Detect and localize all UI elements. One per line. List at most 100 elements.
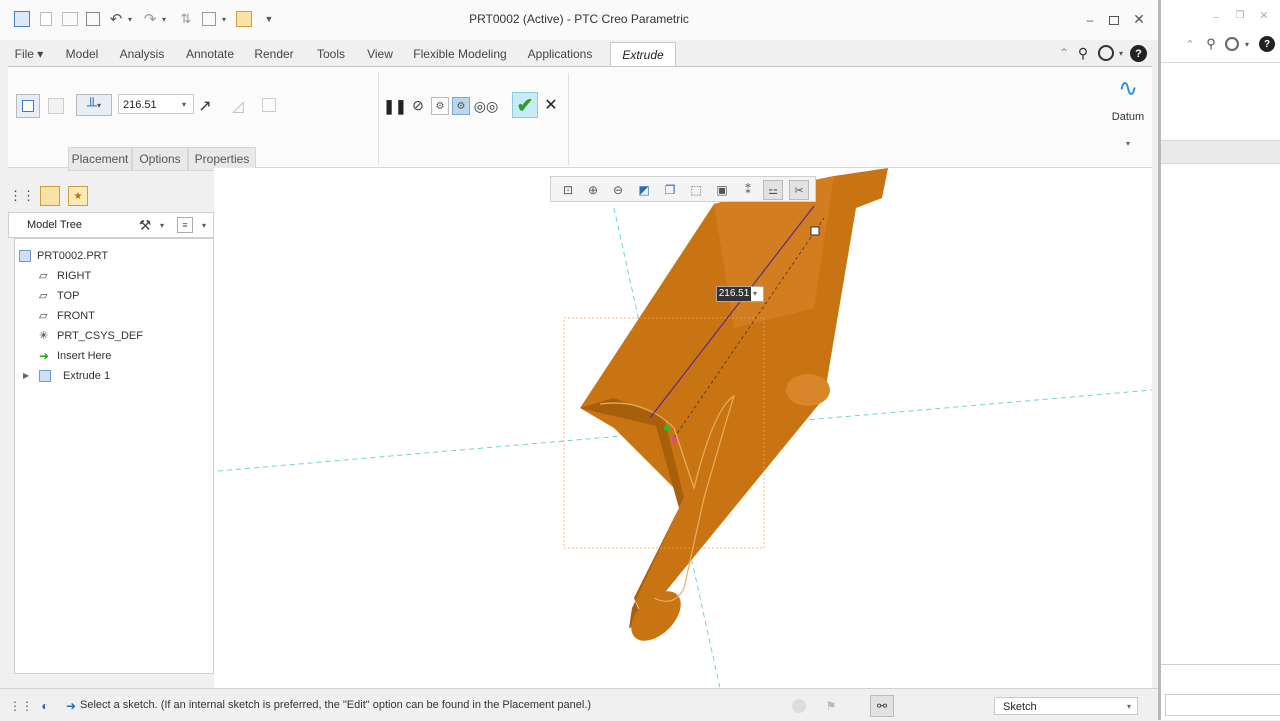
window-input-strip (1165, 694, 1280, 716)
help-icon[interactable]: ? (1130, 45, 1147, 62)
expand-arrow-icon[interactable]: ▶ (23, 367, 35, 380)
tab-annotate[interactable]: Annotate (180, 42, 240, 66)
zoom-out-icon[interactable]: ⊖ (609, 181, 627, 199)
datum-plane-icon: ▱ (39, 270, 48, 282)
tree-item-top-plane[interactable]: ▱ TOP (39, 287, 79, 305)
graphics-area[interactable]: 216.51 ▾ (214, 168, 1152, 688)
search-icon[interactable]: ⚲ (1203, 36, 1219, 52)
tree-show-icon[interactable]: ≡ (177, 217, 193, 233)
help-dropdown-icon[interactable]: ▾ (1117, 44, 1125, 62)
datum-label[interactable]: Datum (1108, 111, 1148, 123)
extrude-solid-icon[interactable] (16, 94, 40, 118)
tree-item-extrude-1[interactable]: ▶ Extrude 1 (23, 367, 110, 385)
favorites-tab-icon[interactable]: ★ (68, 186, 88, 206)
tab-analysis[interactable]: Analysis (112, 42, 172, 66)
depth-dimension-dropdown-icon[interactable]: ▾ (753, 287, 757, 301)
window-divider (1161, 664, 1280, 665)
close-icon[interactable]: ✕ (1257, 8, 1271, 22)
depth-dimension-label[interactable]: 216.51 ▾ (716, 286, 764, 302)
status-message: Select a sketch. (If an internal sketch … (80, 699, 592, 711)
display-style-icon[interactable]: ❐ (661, 181, 679, 199)
tree-item-root[interactable]: PRT0002.PRT (19, 247, 108, 265)
find-icon[interactable]: ⚯ (870, 695, 894, 717)
minimize-icon[interactable]: – (1209, 10, 1223, 24)
no-preview-icon[interactable]: ⊘ (410, 97, 426, 113)
depth-dimension-value: 216.51 (717, 287, 751, 301)
navigator-toggle-icon[interactable]: ⋮⋮ (9, 697, 33, 715)
subtab-options[interactable]: Options (132, 147, 188, 171)
tab-file[interactable]: File ▾ (8, 42, 50, 66)
remove-material-icon[interactable]: ◿ (228, 96, 248, 116)
folder-browser-tab-icon[interactable] (40, 186, 60, 206)
pause-icon[interactable]: ❚❚ (383, 96, 406, 116)
depth-drag-handle[interactable] (810, 226, 820, 236)
subtab-placement[interactable]: Placement (68, 147, 132, 171)
thicken-sketch-icon[interactable] (262, 98, 276, 112)
flag-icon: ⚑ (825, 699, 837, 713)
maximize-icon[interactable] (1106, 12, 1122, 28)
tree-item-label: PRT_CSYS_DEF (57, 330, 143, 342)
depth-option-icon[interactable]: ╨ ▾ (76, 94, 112, 116)
restore-icon[interactable]: ❐ (1233, 8, 1247, 22)
tree-item-label: Extrude 1 (63, 370, 111, 382)
tree-settings-icon[interactable]: ⚒ (135, 216, 155, 234)
status-bar: ⋮⋮ ◐ ➜ Select a sketch. (If an internal … (0, 688, 1158, 721)
datum-display-filters-icon[interactable]: ⁑ (739, 181, 757, 199)
tree-item-insert-here[interactable]: ➜ Insert Here (39, 347, 111, 365)
part-icon (19, 250, 31, 262)
tab-applications[interactable]: Applications (520, 42, 600, 66)
model-tree-tab-icon[interactable]: ⋮⋮ (9, 186, 35, 206)
tree-item-label: TOP (57, 290, 80, 302)
tree-item-label: PRT0002.PRT (37, 250, 109, 262)
extrude-feature-icon (39, 370, 51, 382)
extrude-surface-icon[interactable] (48, 98, 64, 114)
confirm-icon[interactable]: ✔ (512, 92, 538, 118)
minimize-icon[interactable]: – (1082, 12, 1098, 28)
attached-preview-icon[interactable]: ⚙ (431, 97, 449, 115)
command-search-icon[interactable] (1225, 37, 1239, 51)
tree-item-csys[interactable]: ✳ PRT_CSYS_DEF (39, 327, 143, 345)
search-icon[interactable]: ⚲ (1074, 44, 1092, 62)
help-dropdown-icon[interactable]: ▾ (1243, 36, 1251, 52)
selection-filter[interactable]: Sketch ▾ (994, 697, 1138, 715)
annotation-display-icon[interactable]: ⚍ (763, 180, 783, 200)
tab-model[interactable]: Model (60, 42, 104, 66)
tree-settings-dropdown-icon[interactable]: ▾ (157, 217, 167, 233)
close-icon[interactable]: ✕ (1131, 11, 1147, 27)
cancel-icon[interactable]: ✕ (542, 95, 560, 115)
verify-preview-icon[interactable]: ◎◎ (474, 96, 498, 116)
datum-plane-icon: ▱ (39, 310, 48, 322)
selection-filter-dropdown-icon[interactable]: ▾ (1127, 698, 1131, 716)
tab-render[interactable]: Render (248, 42, 300, 66)
datum-dropdown-icon[interactable]: ▾ (1122, 137, 1134, 149)
minimize-ribbon-icon[interactable]: ⌃ (1183, 36, 1197, 52)
graphics-toolbar: ⊡ ⊕ ⊖ ◩ ❐ ⬚ ▣ ⁑ ⚍ ✂ (550, 176, 816, 202)
repaint-icon[interactable]: ◩ (635, 181, 653, 199)
saved-orientations-icon[interactable]: ⬚ (687, 181, 705, 199)
help-icon[interactable]: ? (1259, 36, 1275, 52)
tab-view[interactable]: View (360, 42, 400, 66)
minimize-ribbon-icon[interactable]: ⌃ (1056, 44, 1072, 62)
datum-sketch-icon[interactable]: ∿ (1114, 73, 1142, 103)
ribbon-separator (378, 73, 379, 165)
tree-item-front-plane[interactable]: ▱ FRONT (39, 307, 95, 325)
zoom-in-icon[interactable]: ⊕ (584, 181, 602, 199)
tree-item-right-plane[interactable]: ▱ RIGHT (39, 267, 91, 285)
flip-direction-icon[interactable]: ↗ (194, 95, 216, 117)
model-viewport[interactable] (214, 168, 1152, 688)
tab-extrude[interactable]: Extrude (610, 42, 676, 67)
ribbon-separator (568, 73, 569, 165)
command-search-icon[interactable] (1098, 45, 1114, 61)
tab-tools[interactable]: Tools (308, 42, 354, 66)
view-manager-icon[interactable]: ▣ (713, 181, 731, 199)
browser-toggle-icon[interactable]: ◐ (36, 697, 54, 715)
depth-value-dropdown-icon[interactable]: ▾ (176, 96, 192, 112)
refit-icon[interactable]: ⊡ (559, 181, 577, 199)
model-tree: PRT0002.PRT ▱ RIGHT ▱ TOP ▱ FRONT ✳ PRT_… (14, 238, 214, 674)
detached-preview-icon[interactable]: ⚙ (452, 97, 470, 115)
tab-flexible-modeling[interactable]: Flexible Modeling (408, 42, 512, 66)
message-arrow-icon: ➜ (65, 699, 77, 713)
tree-show-dropdown-icon[interactable]: ▾ (199, 217, 209, 233)
spin-center-icon[interactable]: ✂ (789, 180, 809, 200)
csys-marker (664, 425, 670, 431)
